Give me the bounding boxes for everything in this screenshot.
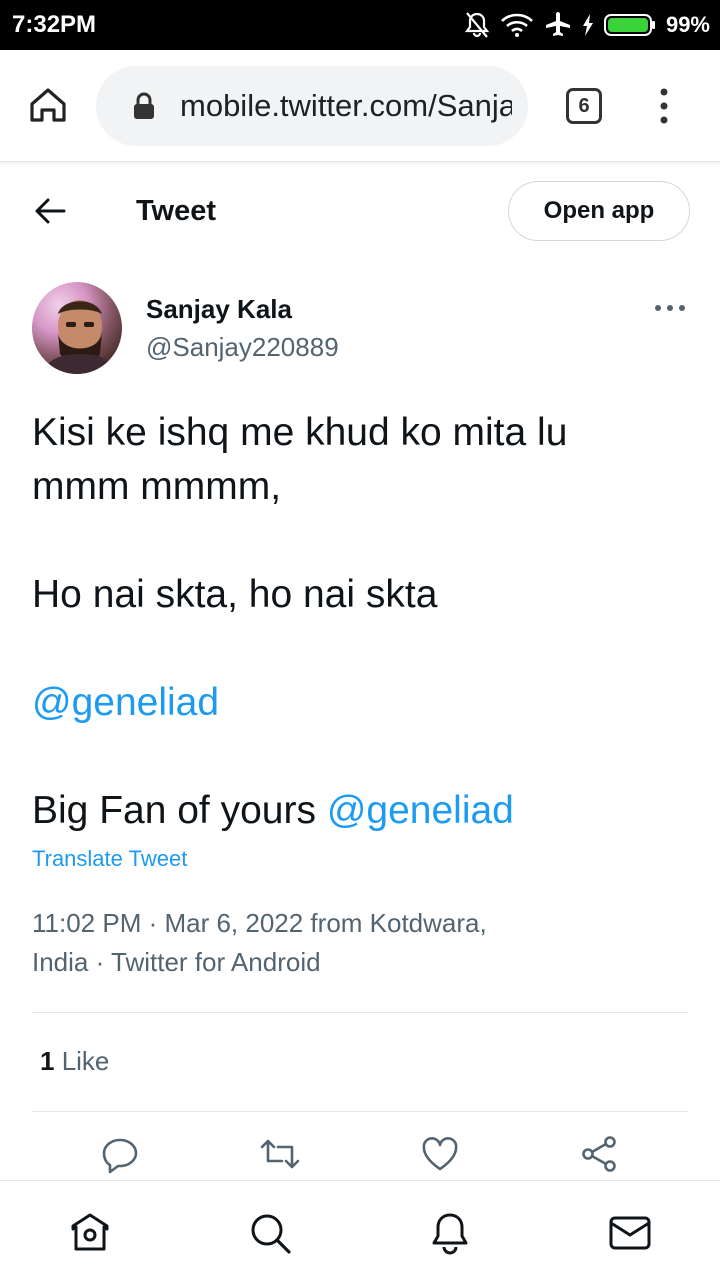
- nav-messages[interactable]: [608, 1211, 652, 1255]
- retweet-icon: [260, 1139, 300, 1169]
- page-title: Tweet: [136, 195, 217, 227]
- nav-home[interactable]: [68, 1211, 112, 1255]
- tweet-text: Big Fan of yours: [32, 789, 327, 832]
- like-label: Like: [54, 1046, 110, 1076]
- divider: [32, 1111, 688, 1112]
- tweet-text-line: mmm mmmm,: [32, 465, 282, 508]
- back-button[interactable]: [32, 195, 68, 227]
- author-handle[interactable]: @Sanjay220889: [146, 332, 339, 363]
- avatar[interactable]: [32, 282, 122, 374]
- like-count: 1: [40, 1046, 55, 1076]
- avatar-image: [42, 300, 118, 374]
- wifi-icon: [501, 13, 533, 37]
- tweet-text-line: Kisi ke ishq me khud ko mita lu: [32, 411, 568, 454]
- home-nav-icon: [71, 1213, 109, 1251]
- divider: [32, 1012, 688, 1013]
- retweet-button[interactable]: [258, 1134, 302, 1174]
- home-icon: [30, 88, 66, 122]
- share-icon: [582, 1136, 616, 1172]
- reply-icon: [102, 1138, 138, 1174]
- share-button[interactable]: [580, 1134, 620, 1174]
- airplane-icon: [545, 12, 570, 36]
- browser-menu-button[interactable]: [652, 86, 676, 126]
- url-text: mobile.twitter.com/Sanjay220889: [180, 88, 512, 123]
- bottom-navigation: [0, 1180, 720, 1280]
- tweet-text-line: Big Fan of yours @geneliad: [32, 784, 514, 838]
- like-icon: [422, 1137, 458, 1171]
- search-nav-icon: [251, 1214, 291, 1254]
- tweet-more-button[interactable]: [654, 300, 686, 316]
- overflow-menu-icon: [660, 88, 668, 124]
- status-bar: 7:32PM 99%: [0, 0, 720, 50]
- notifications-nav-icon: [432, 1213, 468, 1255]
- tweet-timestamp[interactable]: 11:02 PM · Mar 6, 2022 from Kotdwara,: [32, 904, 592, 943]
- status-icons: 99%: [464, 9, 710, 41]
- author-name[interactable]: Sanjay Kala: [146, 294, 292, 325]
- translate-tweet-link[interactable]: Translate Tweet: [32, 846, 187, 872]
- back-arrow-icon: [35, 198, 66, 224]
- nav-search[interactable]: [248, 1211, 292, 1255]
- battery-percent: 99%: [665, 12, 710, 37]
- like-button[interactable]: [420, 1134, 460, 1174]
- tweet-text-line: Ho nai skta, ho nai skta: [32, 573, 438, 616]
- messages-nav-icon: [609, 1216, 651, 1250]
- tab-count: 6: [578, 95, 590, 117]
- status-time: 7:32PM: [12, 11, 97, 38]
- page-header: Tweet Open app: [0, 163, 720, 261]
- lock-icon: [134, 92, 154, 119]
- tabs-button[interactable]: 6: [566, 88, 602, 124]
- address-bar[interactable]: mobile.twitter.com/Sanjay220889: [96, 66, 528, 146]
- browser-home-button[interactable]: [26, 84, 70, 128]
- mention-link[interactable]: @geneliad: [32, 676, 219, 730]
- battery-icon: [603, 14, 655, 36]
- nav-notifications[interactable]: [428, 1211, 472, 1255]
- likes-count[interactable]: 1 Like: [40, 1046, 109, 1077]
- mention-link[interactable]: @geneliad: [327, 789, 514, 832]
- charging-icon: [582, 14, 593, 36]
- reply-button[interactable]: [100, 1134, 140, 1174]
- tweet-source[interactable]: India · Twitter for Android: [32, 943, 592, 982]
- browser-toolbar: mobile.twitter.com/Sanjay220889 6: [0, 50, 720, 162]
- tweet-actions: [0, 1134, 720, 1180]
- notifications-off-icon: [464, 12, 490, 38]
- more-icon: [655, 305, 685, 311]
- open-app-button[interactable]: Open app: [508, 181, 690, 241]
- tweet-meta: 11:02 PM · Mar 6, 2022 from Kotdwara, In…: [32, 904, 592, 982]
